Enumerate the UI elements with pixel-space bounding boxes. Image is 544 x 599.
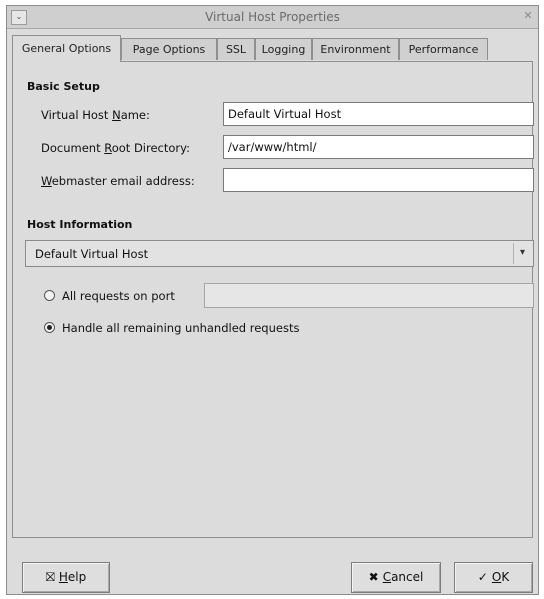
help-icon: ⛝ xyxy=(45,570,55,584)
all-requests-on-port-label: All requests on port xyxy=(62,289,175,303)
basic-setup-heading: Basic Setup xyxy=(27,80,100,93)
ok-icon: ✓ xyxy=(477,570,488,584)
webmaster-email-field[interactable] xyxy=(223,168,534,192)
window-title: Virtual Host Properties xyxy=(205,10,340,24)
tab-environment[interactable]: Environment xyxy=(312,38,399,60)
radio-all-requests-on-port[interactable] xyxy=(44,290,55,301)
tab-ssl[interactable]: SSL xyxy=(217,38,255,60)
tab-general-options[interactable]: General Options xyxy=(12,35,121,62)
chevron-down-icon: ⌄ xyxy=(15,12,23,21)
host-select-value: Default Virtual Host xyxy=(35,247,149,261)
vhost-name-field[interactable] xyxy=(223,102,534,126)
tab-performance[interactable]: Performance xyxy=(399,38,488,60)
vhost-name-label: Virtual Host Name: xyxy=(41,108,150,122)
doc-root-label: Document Root Directory: xyxy=(41,141,190,155)
close-icon[interactable]: ✕ xyxy=(521,9,535,23)
dropdown-arrow-icon[interactable]: ▾ xyxy=(513,243,531,264)
host-select[interactable]: Default Virtual Host ▾ xyxy=(25,240,534,267)
cancel-button[interactable]: ✖ Cancel xyxy=(351,562,441,593)
cancel-icon: ✖ xyxy=(368,570,379,584)
tab-logging[interactable]: Logging xyxy=(255,38,312,60)
tab-page-options[interactable]: Page Options xyxy=(121,38,217,60)
handle-unhandled-label: Handle all remaining unhandled requests xyxy=(62,321,300,335)
title-bar[interactable]: ⌄ Virtual Host Properties ✕ xyxy=(7,6,538,29)
ok-button[interactable]: ✓ OK xyxy=(454,562,533,593)
host-information-heading: Host Information xyxy=(27,218,133,231)
help-button[interactable]: ⛝ Help xyxy=(22,562,110,593)
radio-handle-unhandled[interactable] xyxy=(44,322,55,333)
webmaster-email-label: Webmaster email address: xyxy=(41,174,195,188)
doc-root-field[interactable] xyxy=(223,135,534,159)
window-menu-button[interactable]: ⌄ xyxy=(11,10,27,25)
port-field[interactable] xyxy=(204,283,534,308)
